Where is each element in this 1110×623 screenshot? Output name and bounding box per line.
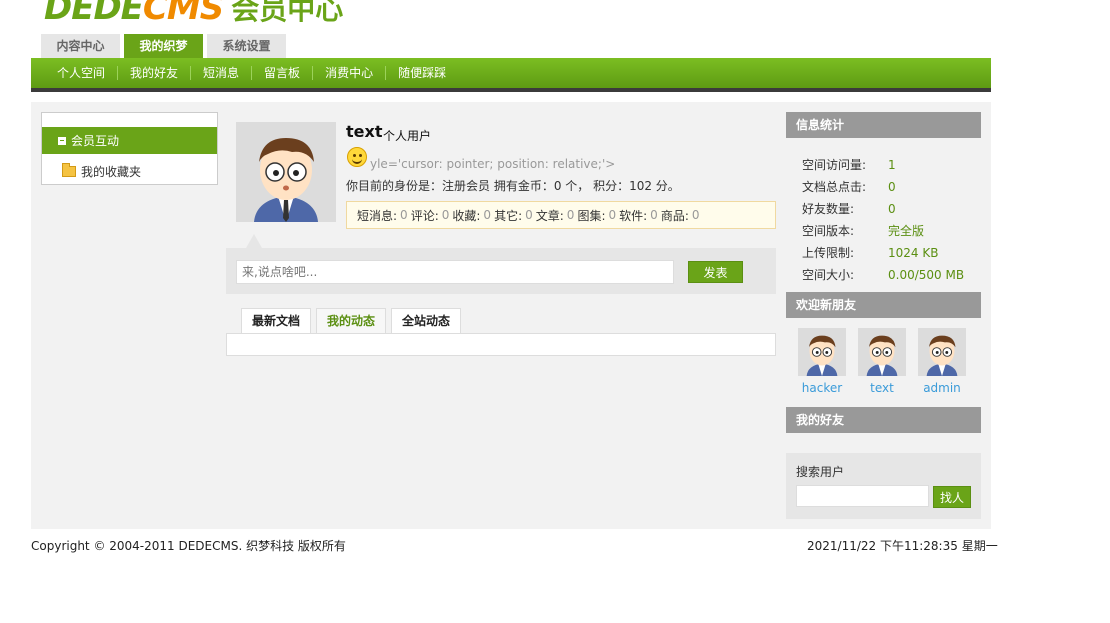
info-label-upload-limit: 上传限制: (802, 246, 855, 260)
footer-datetime: 2021/11/22 下午11:28:35 星期一 (807, 539, 998, 553)
avatar[interactable] (918, 328, 966, 376)
new-friends-list: hacker text admin (798, 328, 966, 395)
stat-label-galleries: 图集: (577, 208, 606, 223)
search-users-label: 搜索用户 (796, 465, 845, 479)
user-avatar-icon (236, 122, 336, 222)
avatar[interactable] (798, 328, 846, 376)
stat-value-others: 0 (525, 208, 533, 222)
info-value-visits: 1 (888, 158, 896, 172)
user-avatar-icon (798, 328, 846, 376)
profile-user-type: 个人用户 (383, 129, 432, 143)
footer-copyright: Copyright © 2004-2011 DEDECMS. 织梦科技 版权所有 (31, 539, 346, 553)
main-navbar: 个人空间 我的好友 短消息 留言板 消费中心 随便踩踩 (31, 58, 991, 92)
profile-username: text (346, 122, 383, 141)
stat-label-comments: 评论: (410, 208, 439, 223)
profile-identity-line: 你目前的身份是：注册会员 拥有金币：0 个， 积分：102 分。 (346, 179, 680, 193)
friend-name-link[interactable]: admin (918, 381, 966, 395)
tab-my-activity[interactable]: 我的动态 (316, 308, 387, 334)
sidebar-item-favorites[interactable]: 我的收藏夹 (62, 163, 141, 180)
smiley-icon[interactable] (347, 147, 367, 167)
nav-browse[interactable]: 随便踩踩 (385, 66, 458, 80)
info-value-upload-limit: 1024 KB (888, 246, 939, 260)
info-stats-list: 空间访问量: 1 文档总点击: 0 好友数量: 0 空间版本: 完全版 上传限制… (802, 154, 982, 286)
dedecms-logo: DEDE CMS 会员中心 (44, 0, 343, 28)
friend-name-link[interactable]: hacker (798, 381, 846, 395)
nav-guestbook[interactable]: 留言板 (251, 66, 312, 80)
info-row: 文档总点击: 0 (802, 176, 982, 198)
info-row: 空间访问量: 1 (802, 154, 982, 176)
new-friend-item[interactable]: admin (918, 328, 966, 395)
sidebar-section-member-interaction[interactable]: 会员互动 (42, 127, 217, 154)
logo-text-dede: DEDE (44, 0, 144, 28)
tab-my-dedecms[interactable]: 我的织梦 (124, 34, 203, 58)
info-value-space-size: 0.00/500 MB (888, 268, 965, 282)
info-row: 好友数量: 0 (802, 198, 982, 220)
search-users-box: 搜索用户 找人 (786, 453, 981, 519)
info-row: 空间版本: 完全版 (802, 220, 982, 242)
logo-text-cms: CMS (142, 0, 224, 28)
my-friends-heading: 我的好友 (786, 407, 981, 433)
stat-value-products: 0 (691, 208, 700, 222)
feed-tabs: 最新文档 我的动态 全站动态 (241, 308, 462, 334)
new-friend-item[interactable]: hacker (798, 328, 846, 395)
info-row: 上传限制: 1024 KB (802, 242, 982, 264)
stat-value-comments: 0 (441, 208, 450, 222)
stat-label-others: 其它: (494, 208, 523, 223)
sidebar: 会员互动 我的收藏夹 (41, 112, 218, 185)
stat-value-messages: 0 (400, 208, 408, 222)
collapse-icon (58, 136, 66, 145)
stat-label-software: 软件: (619, 208, 648, 223)
stat-value-galleries: 0 (608, 208, 617, 222)
tab-latest-documents[interactable]: 最新文档 (241, 308, 312, 334)
nav-messages[interactable]: 短消息 (190, 66, 251, 80)
info-row: 空间大小: 0.00/500 MB (802, 264, 982, 286)
tab-content-center[interactable]: 内容中心 (41, 34, 120, 58)
info-value-doc-clicks: 0 (888, 180, 896, 194)
stat-value-articles: 0 (566, 208, 575, 222)
publish-button[interactable]: 发表 (688, 261, 743, 283)
info-label-space-version: 空间版本: (802, 224, 855, 238)
profile-broken-markup-text: yle='cursor: pointer; position: relative… (370, 157, 616, 171)
info-label-space-size: 空间大小: (802, 268, 855, 282)
feed-panel (226, 333, 776, 356)
top-tabs: 内容中心 我的织梦 系统设置 (41, 34, 286, 58)
info-value-friend-count: 0 (888, 202, 896, 216)
post-area-pointer (246, 234, 262, 248)
stat-value-software: 0 (650, 208, 658, 222)
user-avatar-icon (858, 328, 906, 376)
stat-label-products: 商品: (660, 208, 689, 223)
info-stats-heading: 信息统计 (786, 112, 981, 138)
user-avatar-icon (918, 328, 966, 376)
avatar[interactable] (858, 328, 906, 376)
new-friends-heading: 欢迎新朋友 (786, 292, 981, 318)
nav-consumption-center[interactable]: 消费中心 (312, 66, 385, 80)
post-status-area: 发表 (226, 248, 776, 294)
find-user-button[interactable]: 找人 (933, 486, 971, 508)
new-friend-item[interactable]: text (858, 328, 906, 395)
info-label-visits: 空间访问量: (802, 158, 867, 172)
folder-icon (62, 163, 76, 177)
search-users-input[interactable] (796, 485, 929, 507)
info-value-space-version: 完全版 (888, 224, 925, 238)
tab-system-settings[interactable]: 系统设置 (207, 34, 286, 58)
stat-label-messages: 短消息: (357, 208, 398, 223)
info-label-doc-clicks: 文档总点击: (802, 180, 867, 194)
friend-name-link[interactable]: text (858, 381, 906, 395)
profile-stats: 短消息: 0 评论: 0 收藏: 0 其它: 0 文章: 0 图集: 0 软件: 0 商品: 0 (346, 201, 776, 229)
stat-label-favorites: 收藏: (452, 208, 481, 223)
nav-personal-space[interactable]: 个人空间 (45, 66, 117, 80)
tab-site-activity[interactable]: 全站动态 (391, 308, 462, 334)
sidebar-item-label: 我的收藏夹 (81, 165, 142, 179)
logo-text-center: 会员中心 (231, 0, 344, 26)
status-input[interactable] (236, 260, 674, 284)
main-content: 会员互动 我的收藏夹 text 个人用户 yle='cursor: pointe… (31, 102, 991, 529)
avatar[interactable] (236, 122, 336, 222)
sidebar-section-label: 会员互动 (71, 134, 120, 148)
stat-value-favorites: 0 (483, 208, 492, 222)
nav-my-friends[interactable]: 我的好友 (117, 66, 190, 80)
info-label-friend-count: 好友数量: (802, 202, 855, 216)
stat-label-articles: 文章: (535, 208, 564, 223)
